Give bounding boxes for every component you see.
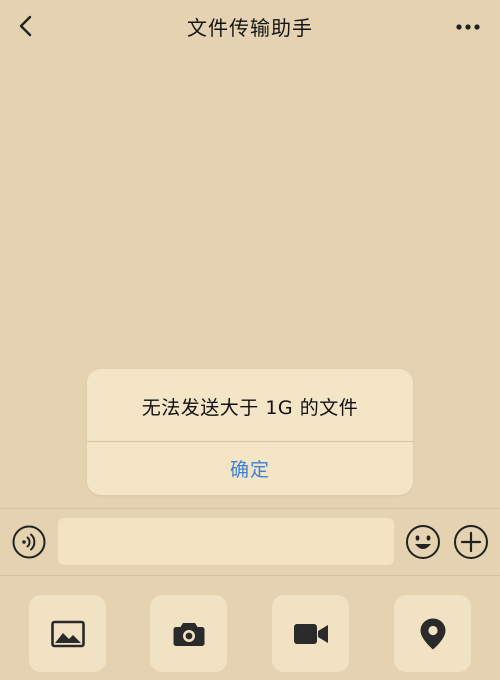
more-dots-icon — [456, 24, 480, 30]
add-button[interactable] — [453, 524, 489, 560]
voice-icon — [12, 525, 46, 559]
camera-icon — [173, 622, 204, 646]
message-input[interactable] — [58, 518, 394, 565]
video-call-button[interactable] — [272, 595, 349, 672]
camera-button[interactable] — [150, 595, 227, 672]
input-bar — [0, 508, 500, 575]
emoji-icon — [406, 525, 440, 559]
attachment-toolbar — [0, 575, 500, 680]
alert-dialog: 无法发送大于 1G 的文件 确定 — [87, 369, 413, 495]
image-icon — [50, 620, 85, 647]
voice-button[interactable] — [12, 525, 46, 559]
more-button[interactable] — [450, 14, 486, 40]
photo-button[interactable] — [29, 595, 106, 672]
page-title: 文件传输助手 — [187, 16, 313, 40]
location-icon — [420, 618, 445, 649]
alert-message: 无法发送大于 1G 的文件 — [141, 397, 359, 419]
video-icon — [293, 623, 328, 644]
confirm-button[interactable]: 确定 — [87, 442, 413, 495]
nav-bar: 文件传输助手 — [0, 0, 500, 54]
plus-circle-icon — [454, 525, 488, 559]
location-button[interactable] — [394, 595, 471, 672]
emoji-button[interactable] — [405, 524, 441, 560]
